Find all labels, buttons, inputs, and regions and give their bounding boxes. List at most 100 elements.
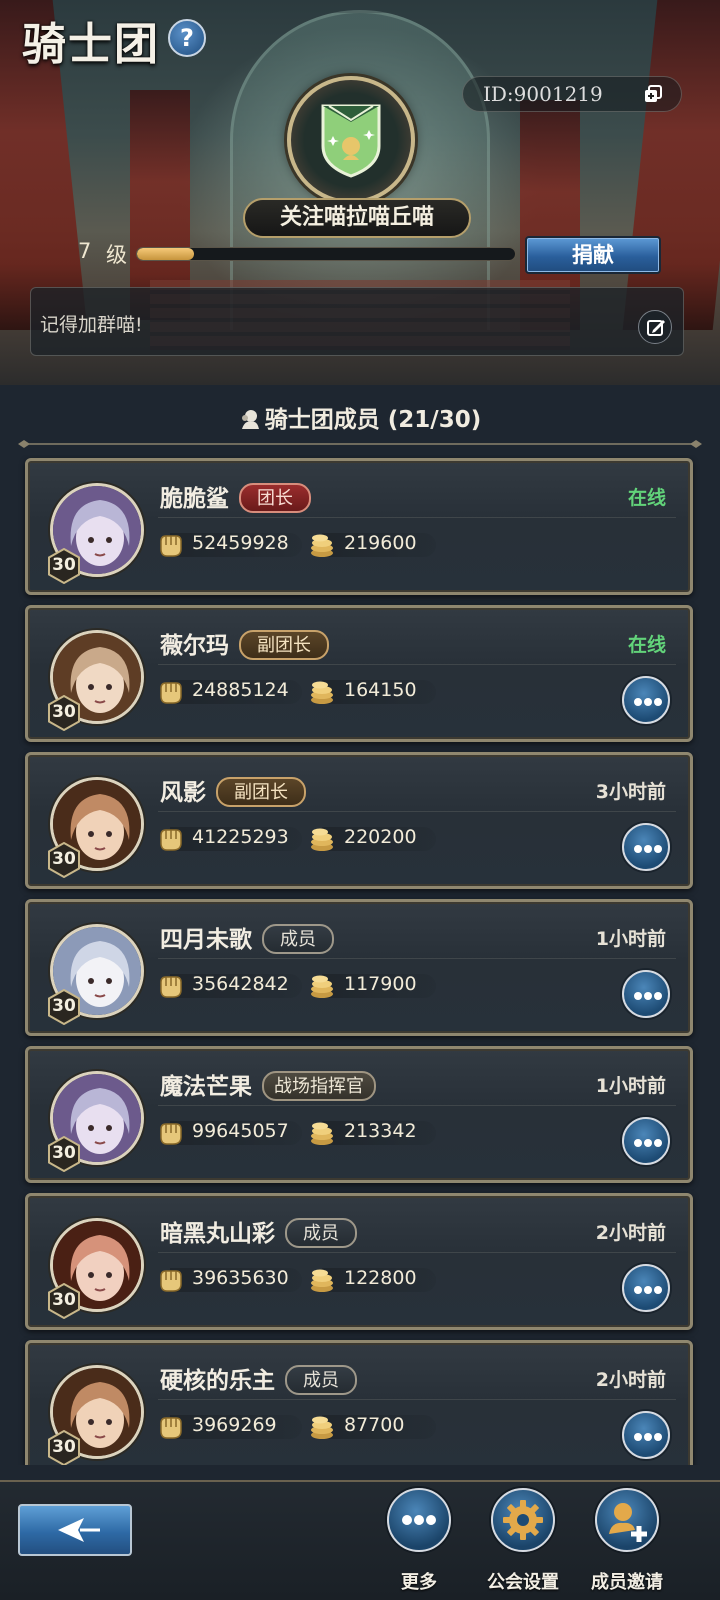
ellipsis-icon [644, 845, 652, 853]
page-title: 骑士团 [22, 19, 160, 70]
ellipsis-icon [654, 992, 662, 1000]
member-card[interactable]: 30 硬核的乐主 成员 2小时前 3969269 87700 [25, 1340, 693, 1465]
guild-settings-button[interactable] [491, 1488, 555, 1552]
ellipsis-icon [634, 1286, 642, 1294]
guild-level-number: 7 [78, 239, 92, 263]
help-button[interactable]: ? [168, 19, 206, 57]
coins-icon [311, 1269, 333, 1292]
ellipsis-icon [634, 698, 642, 706]
member-name-row: 四月未歌 成员 [160, 920, 334, 954]
donate-button[interactable]: 捐献 [525, 236, 661, 274]
copy-icon[interactable] [644, 85, 662, 103]
member-level: 30 [52, 1143, 76, 1163]
ellipsis-icon [654, 1139, 662, 1147]
guild-notice-text: 记得加群喵! [40, 314, 143, 336]
power-value: 39635630 [192, 1267, 289, 1289]
member-more-button[interactable] [622, 970, 670, 1018]
guild-level-progress-fill [137, 248, 194, 260]
guild-level-unit: 级 [106, 243, 127, 267]
contribution-value: 122800 [344, 1267, 417, 1289]
banner-decoration [622, 0, 720, 330]
fist-icon [160, 976, 182, 998]
member-level: 30 [52, 849, 76, 869]
member-name: 暗黑丸山彩 [160, 1221, 275, 1247]
fist-icon [160, 1417, 182, 1439]
ellipsis-icon [654, 1433, 662, 1441]
fist-icon [160, 1270, 182, 1292]
guild-settings-label: 公会设置 [487, 1572, 559, 1593]
gear-icon [503, 1500, 543, 1540]
ellipsis-icon [644, 1139, 652, 1147]
role-badge: 成员 [285, 1365, 357, 1395]
member-status: 2小时前 [595, 1222, 666, 1244]
more-nav-label: 更多 [401, 1572, 437, 1593]
member-card[interactable]: 30 风影 副团长 3小时前 41225293 220200 [25, 752, 693, 889]
contribution-value: 164150 [344, 679, 417, 701]
member-list[interactable]: 30 脆脆鲨 团长 在线 52459928 219600 30 薇尔玛 副团长 在线 2488512… [0, 455, 720, 1465]
member-card[interactable]: 30 暗黑丸山彩 成员 2小时前 39635630 122800 [25, 1193, 693, 1330]
question-icon: ? [180, 24, 194, 52]
role-badge: 副团长 [239, 630, 329, 660]
member-name-row: 魔法芒果 战场指挥官 [160, 1067, 376, 1101]
member-icon [241, 410, 259, 429]
ellipsis-icon [634, 992, 642, 1000]
member-name: 脆脆鲨 [160, 486, 229, 512]
member-level: 30 [52, 996, 76, 1016]
fist-icon [160, 535, 182, 557]
ellipsis-icon [634, 845, 642, 853]
shield-emblem-icon [321, 104, 381, 178]
member-level: 30 [52, 1290, 76, 1310]
coins-icon [311, 1122, 333, 1145]
edit-icon [647, 320, 665, 336]
section-divider [18, 440, 702, 448]
edit-notice-button[interactable] [638, 310, 672, 344]
fist-icon [160, 1123, 182, 1145]
member-name-row: 风影 副团长 [160, 773, 306, 807]
member-status: 在线 [627, 634, 666, 656]
power-value: 99645057 [192, 1120, 289, 1142]
ellipsis-icon [402, 1515, 436, 1525]
role-badge: 成员 [262, 924, 334, 954]
coins-icon [311, 1416, 333, 1439]
members-section-label: 骑士团成员 (21/30) [264, 407, 482, 433]
member-card[interactable]: 30 脆脆鲨 团长 在线 52459928 219600 [25, 458, 693, 595]
member-name-row: 暗黑丸山彩 成员 [160, 1214, 357, 1248]
member-card[interactable]: 30 四月未歌 成员 1小时前 35642842 117900 [25, 899, 693, 1036]
member-more-button[interactable] [622, 1117, 670, 1165]
member-status: 在线 [627, 487, 666, 509]
guild-level-progress [136, 247, 516, 261]
contribution-value: 213342 [344, 1120, 417, 1142]
member-card[interactable]: 30 薇尔玛 副团长 在线 24885124 164150 [25, 605, 693, 742]
member-level: 30 [52, 555, 76, 575]
member-more-button[interactable] [622, 823, 670, 871]
ellipsis-icon [644, 698, 652, 706]
contribution-value: 219600 [344, 532, 417, 554]
member-status: 1小时前 [595, 1075, 666, 1097]
member-invite-button[interactable] [595, 1488, 659, 1552]
power-value: 24885124 [192, 679, 289, 701]
role-badge: 成员 [285, 1218, 357, 1248]
member-name: 薇尔玛 [160, 633, 229, 659]
coins-icon [311, 975, 333, 998]
role-badge: 副团长 [216, 777, 306, 807]
ellipsis-icon [644, 1286, 652, 1294]
member-status: 1小时前 [595, 928, 666, 950]
member-card[interactable]: 30 魔法芒果 战场指挥官 1小时前 99645057 213342 [25, 1046, 693, 1183]
power-value: 52459928 [192, 532, 289, 554]
members-section-title: 骑士团成员 (21/30) [0, 400, 720, 434]
member-status: 3小时前 [595, 781, 666, 803]
member-more-button[interactable] [622, 1411, 670, 1459]
member-more-button[interactable] [622, 676, 670, 724]
member-level: 30 [52, 702, 76, 722]
member-name: 四月未歌 [160, 927, 252, 953]
member-more-button[interactable] [622, 1264, 670, 1312]
ellipsis-icon [634, 1433, 642, 1441]
ellipsis-icon [644, 992, 652, 1000]
member-name-row: 硬核的乐主 成员 [160, 1361, 357, 1395]
role-badge: 团长 [239, 483, 311, 513]
back-button[interactable] [18, 1504, 132, 1556]
coins-icon [311, 681, 333, 704]
more-nav-button[interactable] [387, 1488, 451, 1552]
member-name-row: 薇尔玛 副团长 [160, 626, 329, 660]
member-name: 风影 [160, 780, 206, 806]
